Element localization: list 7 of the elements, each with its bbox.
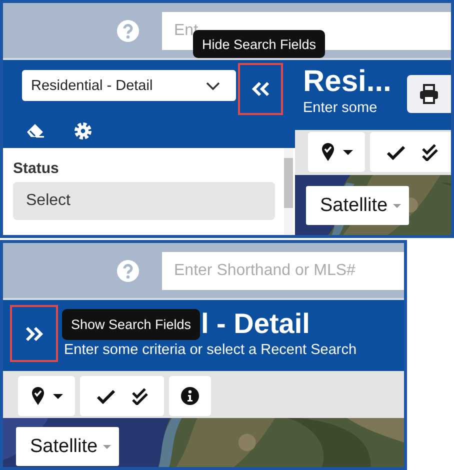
page-subtitle: Enter some	[303, 100, 378, 116]
tooltip: Hide Search Fields	[193, 30, 326, 58]
page-title: Resi...	[303, 64, 389, 100]
tooltip: Show Search Fields	[62, 309, 200, 340]
field-label: Status	[13, 160, 60, 177]
page-title: l - Detail	[201, 307, 311, 341]
page-subtitle: Enter some criteria or select a Recent Search	[64, 342, 357, 358]
